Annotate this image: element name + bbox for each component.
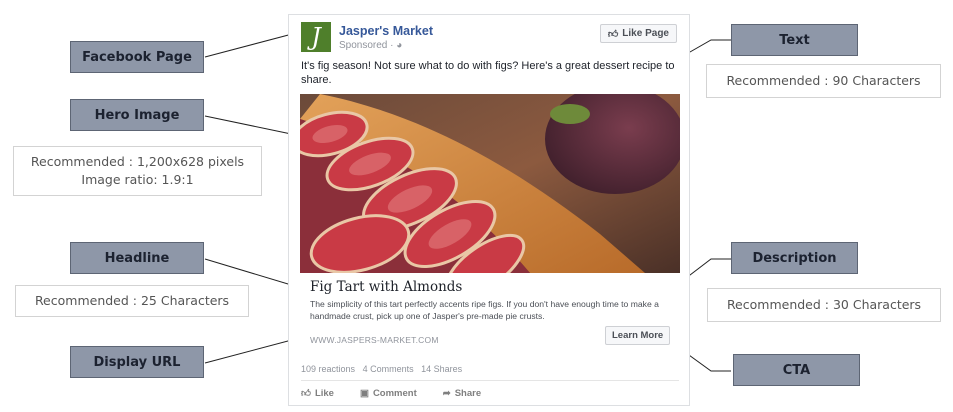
- label-facebook-page: Facebook Page: [70, 41, 204, 73]
- label-hero-image: Hero Image: [70, 99, 204, 131]
- like-action[interactable]: 👍︎ Like: [301, 387, 334, 400]
- like-page-label: Like Page: [622, 28, 669, 39]
- connector-headline: [204, 258, 299, 288]
- divider: [301, 380, 679, 381]
- sponsored-meta: Sponsored · ◕: [339, 40, 402, 51]
- share-action-label: Share: [454, 387, 482, 399]
- note-headline-text: Recommended : 25 Characters: [34, 293, 230, 308]
- comment-action-label: Comment: [372, 387, 417, 399]
- note-text: Recommended : 90 Characters: [706, 64, 941, 98]
- sponsored-label: Sponsored ·: [339, 40, 397, 51]
- comments-count[interactable]: 4 Comments: [363, 364, 414, 374]
- shares-count[interactable]: 14 Shares: [421, 364, 462, 374]
- learn-more-button[interactable]: Learn More: [605, 326, 671, 345]
- label-headline: Headline: [70, 242, 204, 274]
- fig-tart-illustration: [300, 94, 680, 273]
- label-display-url: Display URL: [70, 346, 204, 378]
- facebook-ad-card: J Jasper's Market Sponsored · ◕ 👍︎ Like …: [288, 14, 690, 406]
- ad-headline[interactable]: Fig Tart with Almonds: [310, 279, 462, 295]
- note-hero-image: Recommended : 1,200x628 pixels Image rat…: [13, 146, 262, 196]
- note-hero-line2: Image ratio: 1.9:1: [81, 172, 194, 187]
- hero-image[interactable]: [300, 94, 680, 273]
- page-name-link[interactable]: Jasper's Market: [339, 24, 433, 38]
- share-icon: ➦: [442, 387, 451, 399]
- connector-hero-image: [204, 115, 297, 136]
- engagement-stats: 109 reactions 4 Comments 14 Shares: [301, 364, 462, 374]
- note-description: Recommended : 30 Characters: [707, 288, 941, 322]
- note-description-value: Recommended : 30 Characters: [726, 297, 922, 312]
- label-cta: CTA: [733, 354, 860, 386]
- note-headline: Recommended : 25 Characters: [15, 285, 249, 317]
- action-bar: 👍︎ Like ▣ Comment ➦ Share: [301, 387, 481, 400]
- comment-action[interactable]: ▣ Comment: [360, 387, 417, 399]
- note-hero-line1: Recommended : 1,200x628 pixels: [30, 154, 245, 169]
- ad-description: The simplicity of this tart perfectly ac…: [310, 299, 659, 321]
- thumbs-up-icon: 👍︎: [301, 388, 311, 399]
- thumbs-up-icon: 👍︎: [607, 28, 619, 40]
- page-logo[interactable]: J: [301, 22, 331, 52]
- comment-icon: ▣: [359, 387, 369, 399]
- label-text: Text: [731, 24, 858, 56]
- note-text-value: Recommended : 90 Characters: [726, 73, 921, 88]
- like-page-button[interactable]: 👍︎ Like Page: [599, 24, 677, 43]
- share-action[interactable]: ➦ Share: [443, 387, 481, 399]
- label-description: Description: [731, 242, 858, 274]
- post-text: It's fig season! Not sure what to do wit…: [301, 60, 675, 86]
- connector-facebook-page: [204, 32, 297, 58]
- like-action-label: Like: [314, 387, 334, 399]
- display-url[interactable]: WWW.JASPERS-MARKET.COM: [310, 335, 439, 345]
- globe-icon: ◕: [396, 40, 403, 51]
- reactions-count[interactable]: 109 reactions: [301, 364, 355, 374]
